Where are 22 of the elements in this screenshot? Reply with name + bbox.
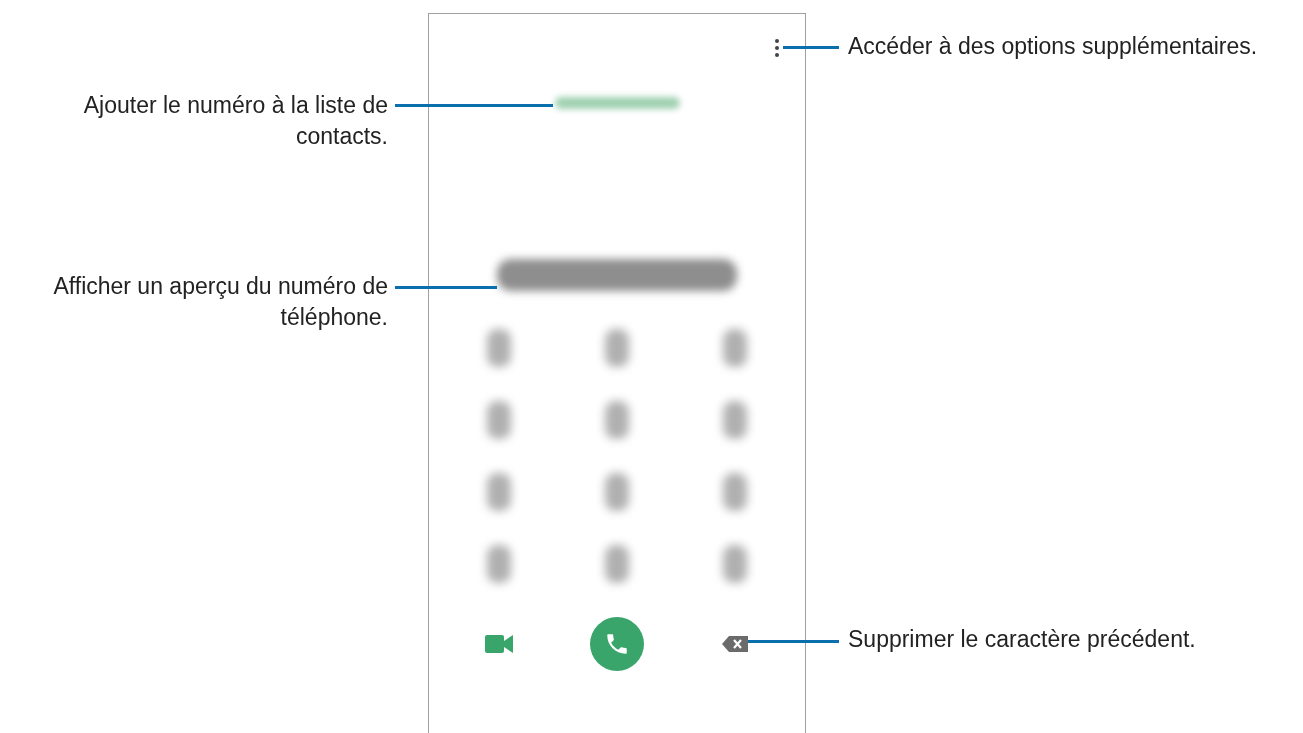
blurred-dial-key[interactable] [605,401,629,439]
blurred-dial-key[interactable] [487,473,511,511]
more-options-icon[interactable] [773,39,781,57]
blurred-dial-key[interactable] [605,545,629,583]
blurred-dial-key[interactable] [487,401,511,439]
call-button[interactable] [590,617,644,671]
blurred-dial-key[interactable] [723,473,747,511]
callout-text: Ajouter le numéro à la liste de contacts. [82,91,388,151]
blurred-dial-key[interactable] [723,545,747,583]
callout-text: Supprimer le caractère précédent. [848,625,1197,654]
blurred-dial-key[interactable] [723,401,747,439]
blurred-dial-key[interactable] [723,329,747,367]
blurred-dial-key[interactable] [487,545,511,583]
leader-line [783,46,839,49]
blurred-dial-key[interactable] [605,329,629,367]
callout-text: Accéder à des options supplémentaires. [848,32,1259,61]
backspace-icon[interactable] [722,636,748,652]
callout-text: Afficher un aperçu du numéro de téléphone. [52,272,388,332]
phone-icon [604,631,630,657]
video-camera-icon[interactable] [485,635,513,653]
blurred-dial-key[interactable] [487,329,511,367]
blurred-dial-key[interactable] [605,473,629,511]
